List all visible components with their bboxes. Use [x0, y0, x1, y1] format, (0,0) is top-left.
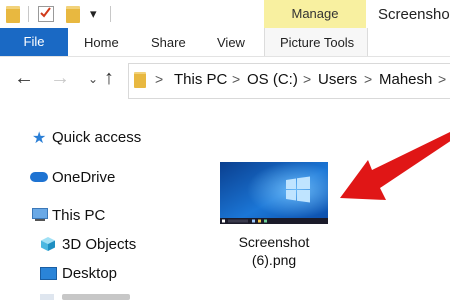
breadcrumb-separator[interactable]: >	[364, 71, 372, 87]
computer-stand	[35, 219, 45, 221]
windows-desktop-image	[220, 162, 328, 224]
up-arrow-icon[interactable]: ↑	[104, 68, 114, 88]
back-arrow-icon[interactable]: ←	[14, 68, 34, 88]
tab-picture-tools[interactable]: Picture Tools	[280, 35, 354, 50]
breadcrumb-separator[interactable]: >	[232, 71, 240, 87]
tab-share[interactable]: Share	[151, 35, 186, 50]
customize-toolbar-icon[interactable]: ▾	[90, 6, 97, 22]
nav-item-label: Quick access	[52, 129, 142, 146]
star-icon: ★	[32, 130, 47, 147]
forward-arrow-icon[interactable]: →	[50, 68, 70, 88]
file-name[interactable]: Screenshot (6).png	[222, 233, 326, 269]
nav-item-label: Desktop	[62, 265, 118, 282]
tab-view[interactable]: View	[217, 35, 245, 50]
nav-item-label: This PC	[52, 207, 106, 224]
breadcrumb-mahesh[interactable]: Mahesh	[379, 71, 432, 88]
screenshot-thumbnail[interactable]	[220, 162, 328, 224]
breadcrumb-this-pc[interactable]: This PC	[174, 71, 227, 88]
properties-check-icon[interactable]	[38, 6, 54, 22]
tab-home[interactable]: Home	[84, 35, 119, 50]
nav-item-label: OneDrive	[52, 169, 116, 186]
cloud-icon	[30, 172, 48, 182]
toolbar-separator	[28, 6, 29, 22]
nav-item-partial-icon	[40, 294, 54, 300]
red-pointer-arrow-icon	[340, 132, 450, 200]
cube-icon	[41, 237, 55, 251]
nav-item-label: 3D Objects	[62, 236, 137, 253]
breadcrumb-os-c[interactable]: OS (C:)	[247, 71, 298, 88]
tab-file[interactable]: File	[0, 28, 68, 56]
breadcrumb-separator[interactable]: >	[303, 71, 311, 87]
file-name-line2: (6).png	[251, 252, 297, 268]
address-folder-icon	[134, 72, 146, 88]
desktop-icon	[40, 267, 57, 280]
nav-item-partial-label	[62, 294, 130, 300]
computer-icon	[32, 208, 48, 219]
recent-locations-chevron-icon[interactable]: ⌄	[88, 72, 98, 86]
folder-icon[interactable]	[6, 6, 20, 23]
toolbar-separator	[110, 6, 111, 22]
breadcrumb-users[interactable]: Users	[318, 71, 357, 88]
breadcrumb-separator[interactable]: >	[438, 71, 446, 87]
new-folder-icon[interactable]	[66, 6, 80, 23]
breadcrumb-separator[interactable]: >	[155, 71, 163, 87]
file-name-line1: Screenshot	[238, 234, 310, 250]
window-title: Screenshots	[378, 6, 450, 23]
manage-label[interactable]: Manage	[264, 6, 366, 21]
